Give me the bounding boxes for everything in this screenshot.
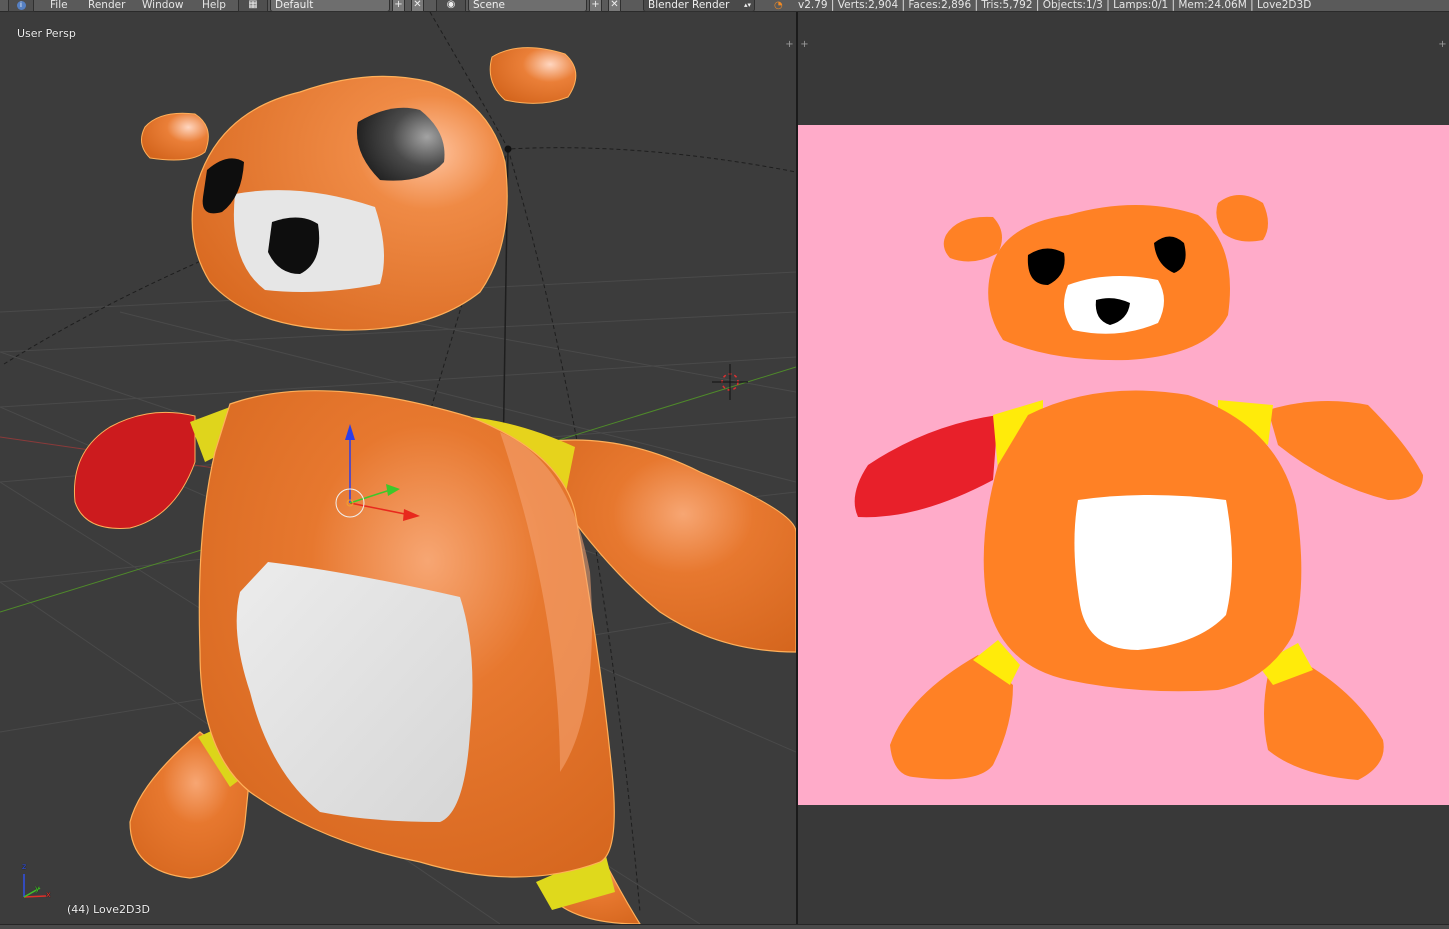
delete-scene-button[interactable]: ✕ — [608, 0, 621, 12]
screen-layout-icon: ▦ — [248, 0, 258, 10]
menu-file[interactable]: File — [50, 0, 68, 12]
add-screen-button[interactable]: + — [392, 0, 405, 12]
render-engine-dropdown[interactable]: Blender Render ▴▾ — [643, 0, 755, 12]
viewport-toolshelf-toggle[interactable]: + — [785, 40, 794, 50]
axis-label-x: x — [46, 890, 51, 899]
texture-belly — [1074, 495, 1232, 650]
image-editor-toolshelf-toggle[interactable]: + — [800, 40, 809, 50]
menu-window[interactable]: Window — [142, 0, 183, 12]
3d-viewport[interactable]: User Persp (44) Love2D3D z y x + — [0, 12, 796, 924]
screen-layout-selector[interactable]: ▦ — [238, 0, 268, 12]
screen-layout-field[interactable]: Default — [270, 0, 390, 12]
close-icon: ✕ — [610, 0, 619, 10]
info-icon: i — [16, 1, 26, 10]
close-icon: ✕ — [413, 0, 422, 10]
menu-help[interactable]: Help — [202, 0, 226, 12]
delete-screen-button[interactable]: ✕ — [411, 0, 424, 12]
info-header: i File Render Window Help ▦ Default + ✕ … — [0, 0, 1449, 12]
menu-render[interactable]: Render — [88, 0, 125, 12]
scene-field[interactable]: Scene — [468, 0, 587, 12]
add-scene-button[interactable]: + — [589, 0, 602, 12]
screen-layout-value: Default — [275, 0, 314, 11]
plus-icon: + — [591, 0, 600, 10]
image-editor-properties-toggle[interactable]: + — [1438, 40, 1447, 50]
scene-selector[interactable]: ◉ — [436, 0, 466, 12]
image-editor[interactable]: + + — [798, 12, 1449, 924]
right-ear — [489, 47, 577, 104]
bottom-header-strip — [0, 924, 1449, 929]
blender-logo-icon: ◔ — [774, 0, 783, 11]
render-engine-value: Blender Render — [648, 0, 730, 11]
view-label: User Persp — [17, 27, 76, 40]
chevron-down-icon: ▴▾ — [743, 1, 751, 9]
left-ear — [140, 112, 209, 161]
editor-type-button[interactable]: i — [8, 0, 34, 12]
axis-label-z: z — [22, 862, 27, 871]
3d-cursor-icon — [712, 364, 748, 400]
left-arm-mitten — [73, 411, 196, 529]
scene-value: Scene — [473, 0, 506, 11]
axis-label-y: y — [35, 884, 40, 893]
viewport-scene — [0, 12, 796, 924]
texture-image — [798, 125, 1449, 805]
scene-icon: ◉ — [446, 0, 456, 10]
plus-icon: + — [394, 0, 403, 10]
object-label: (44) Love2D3D — [67, 903, 150, 916]
lamp-origin — [504, 145, 512, 153]
scene-statistics: v2.79 | Verts:2,904 | Faces:2,896 | Tris… — [798, 0, 1312, 11]
